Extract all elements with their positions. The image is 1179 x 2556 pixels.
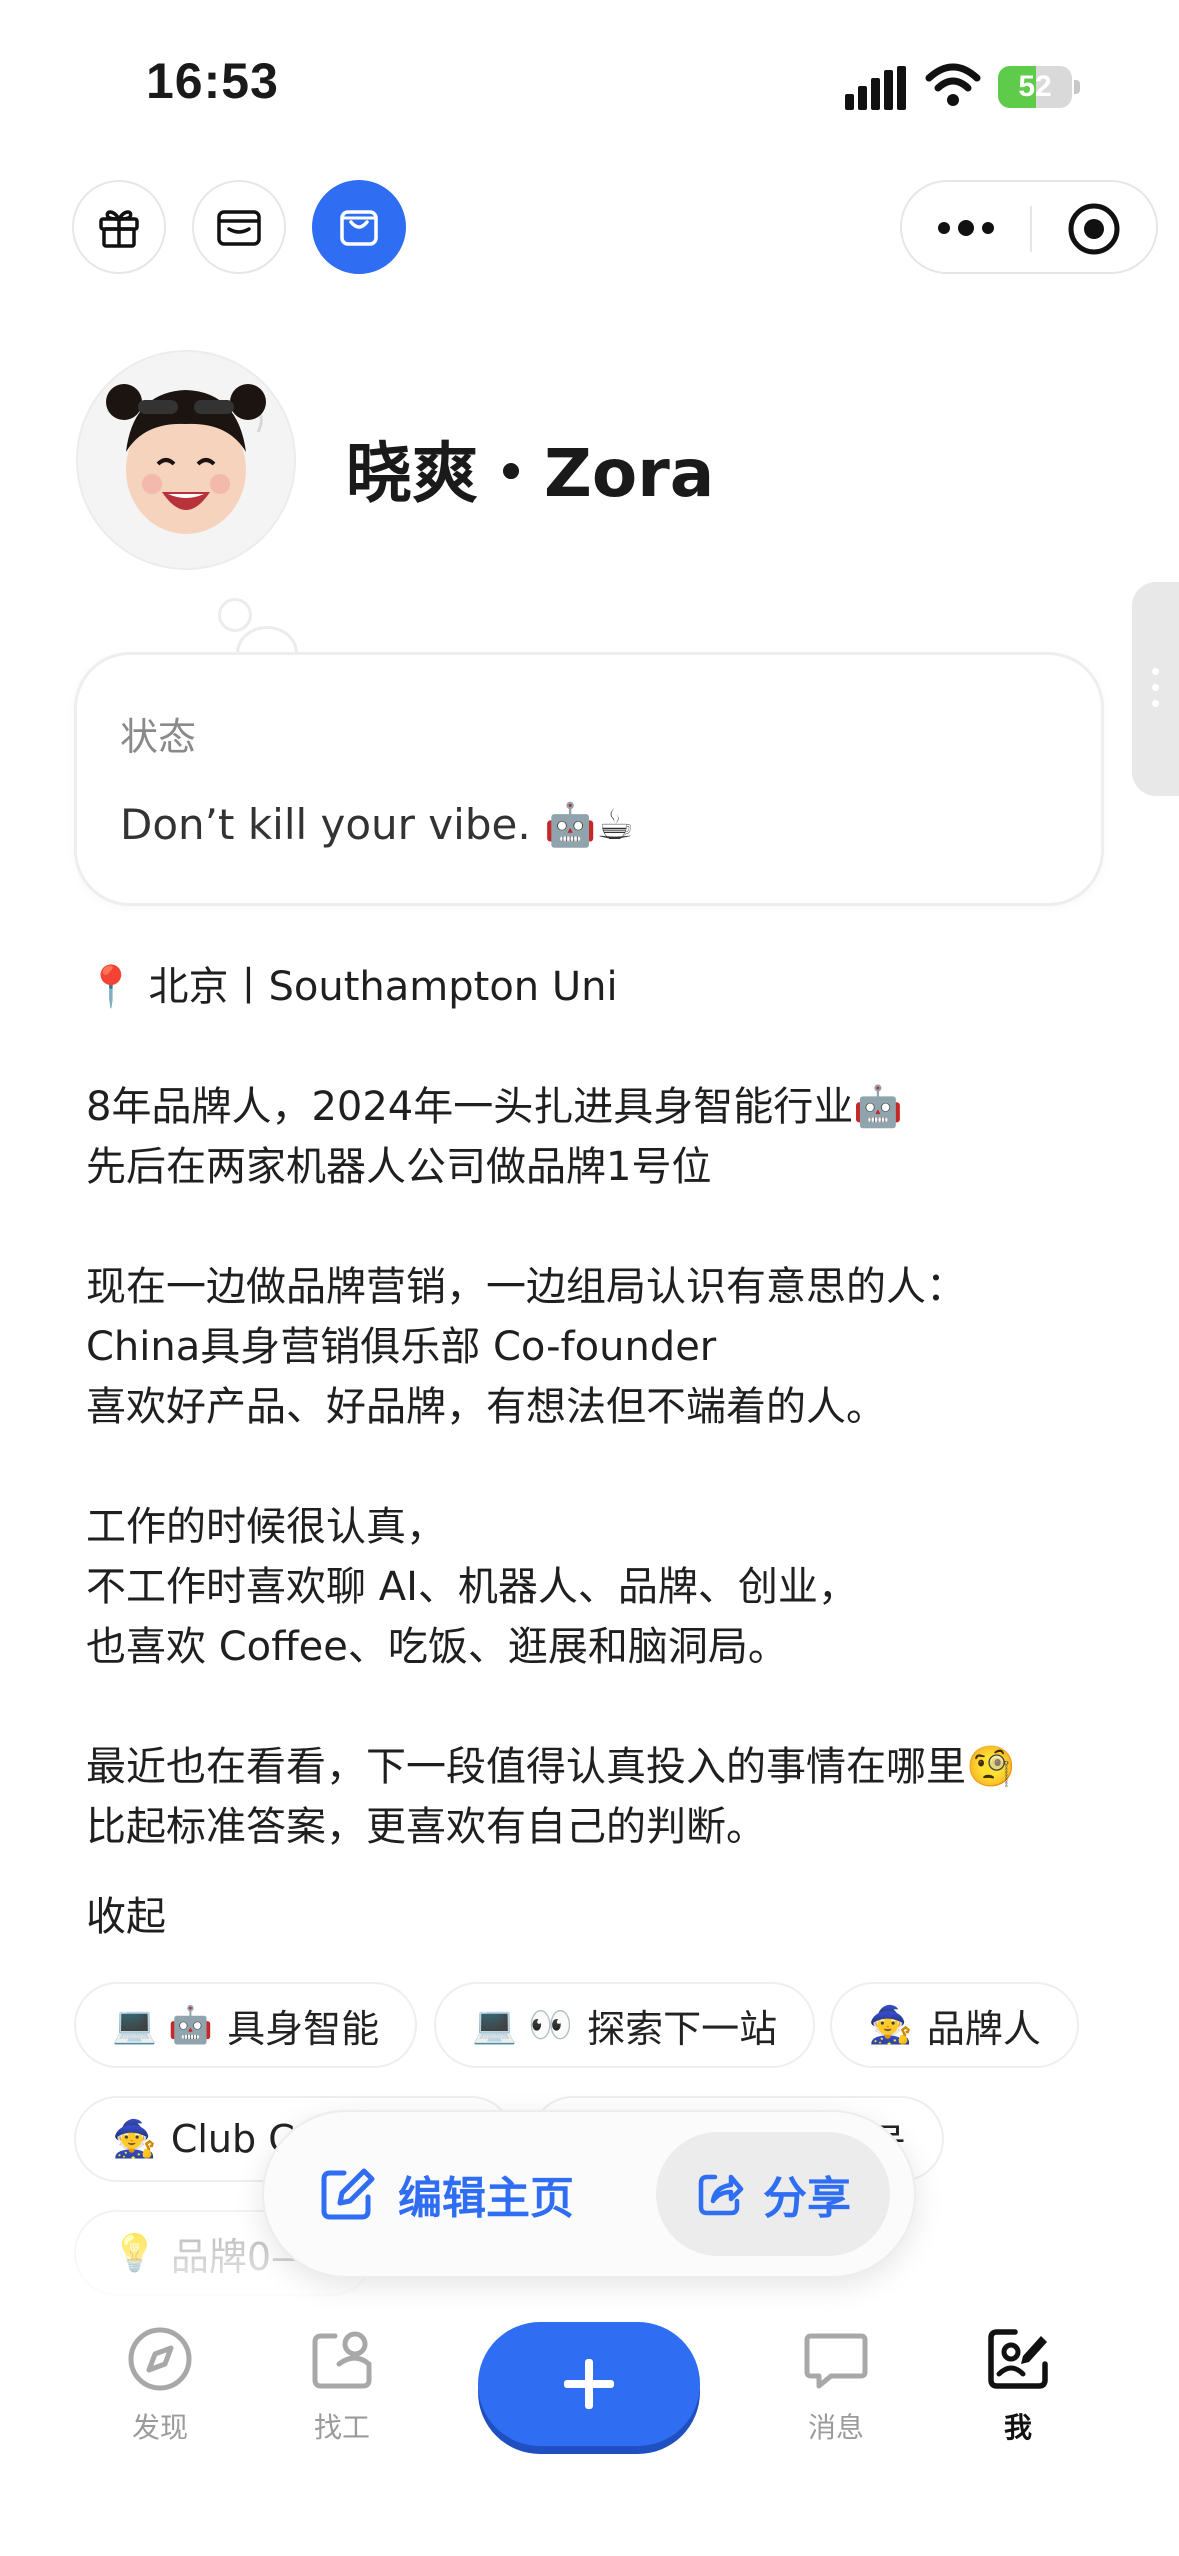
job-icon [312,2331,372,2389]
bio-line: 先后在两家机器人公司做品牌1号位 [86,1144,712,1190]
bio-line: 8年品牌人，2024年一头扎进具身智能行业🤖 [86,1084,904,1130]
tag-label: 探索下一站 [587,2006,778,2051]
close-mini-program-button[interactable] [1064,200,1124,258]
tag-chip[interactable]: 🧙 品牌人 [830,1982,1079,2068]
laptop-eyes-icon: 💻 👀 [472,2005,574,2046]
status-label: 状态 [120,715,197,759]
bio-line: 比起标准答案，更喜欢有自己的判断。 [86,1804,766,1850]
laptop-robot-icon: 💻 🤖 [112,2005,214,2046]
bio-line: 不工作时喜欢聊 AI、机器人、品牌、创业， [86,1564,858,1610]
bubble-dot [218,598,252,632]
wifi-icon [925,63,981,106]
tag-chip[interactable]: 💻 🤖 具身智能 [74,1982,418,2068]
bio-location: 📍 北京丨Southampton Uni [86,964,618,1010]
share-icon [698,2174,744,2216]
more-dots-icon [938,220,994,236]
tag-chip[interactable]: 💻 👀 探索下一站 [434,1982,816,2068]
share-button[interactable]: 分享 [656,2132,890,2256]
compass-icon [128,2327,192,2391]
target-icon [1068,203,1120,255]
avatar-image [78,352,294,568]
wizard-icon: 🧙 [868,2005,913,2046]
battery-percent: 52 [1018,70,1052,103]
create-button[interactable] [478,2322,700,2446]
cellular-signal-icon [845,66,906,110]
shopping-bag-button[interactable] [312,180,406,274]
message-icon [804,2333,868,2389]
bio-line: 工作的时候很认真， [86,1504,446,1550]
status-card[interactable] [74,652,1104,906]
bio-line: 最近也在看看，下一段值得认真投入的事情在哪里🧐 [86,1744,1016,1790]
bio-line: 现在一边做品牌营销，一边组局认识有意思的人： [86,1264,966,1310]
battery-indicator: 52 [998,66,1080,108]
shopping-bag-icon [340,210,378,246]
bio-line: 喜欢好产品、好品牌，有想法但不端着的人。 [86,1384,886,1430]
wizard-icon: 🧙 [112,2119,157,2160]
nav-label: 发现 [131,2411,188,2444]
gift-button[interactable] [72,180,166,274]
mini-program-capsule [900,180,1158,274]
bio-line: 也喜欢 Coffee、吃饭、逛展和脑洞局。 [86,1624,788,1670]
edit-profile-button[interactable]: 编辑主页 [316,2150,574,2238]
nav-find-work[interactable]: 找工 [272,2324,412,2446]
nav-label: 我 [1003,2411,1032,2444]
nav-me[interactable]: 我 [948,2324,1088,2446]
edit-profile-label: 编辑主页 [398,2173,574,2224]
status-text: Don’t kill your vibe. 🤖☕ [120,800,634,849]
nav-label: 消息 [807,2411,864,2444]
side-drawer-handle[interactable] [1132,582,1179,796]
more-button[interactable] [930,204,1002,252]
bio-line: China具身营销俱乐部 Co-founder [86,1324,717,1370]
status-time: 16:53 [146,53,279,109]
wallet-icon [217,210,261,246]
wallet-button[interactable] [192,180,286,274]
edit-icon [321,2168,375,2220]
gift-icon [99,210,139,248]
avatar[interactable] [76,350,296,570]
profile-name: 晓爽・Zora [346,435,715,512]
collapse-link[interactable]: 收起 [86,1884,166,1942]
nav-label: 找工 [313,2411,370,2444]
tag-label: 具身智能 [227,2006,380,2051]
lightbulb-icon: 💡 [112,2233,157,2274]
share-label: 分享 [763,2173,851,2224]
nav-discover[interactable]: 发现 [90,2324,230,2446]
tag-label: 品牌人 [926,2006,1041,2051]
nav-messages[interactable]: 消息 [766,2324,906,2446]
profile-edit-icon [988,2329,1048,2389]
